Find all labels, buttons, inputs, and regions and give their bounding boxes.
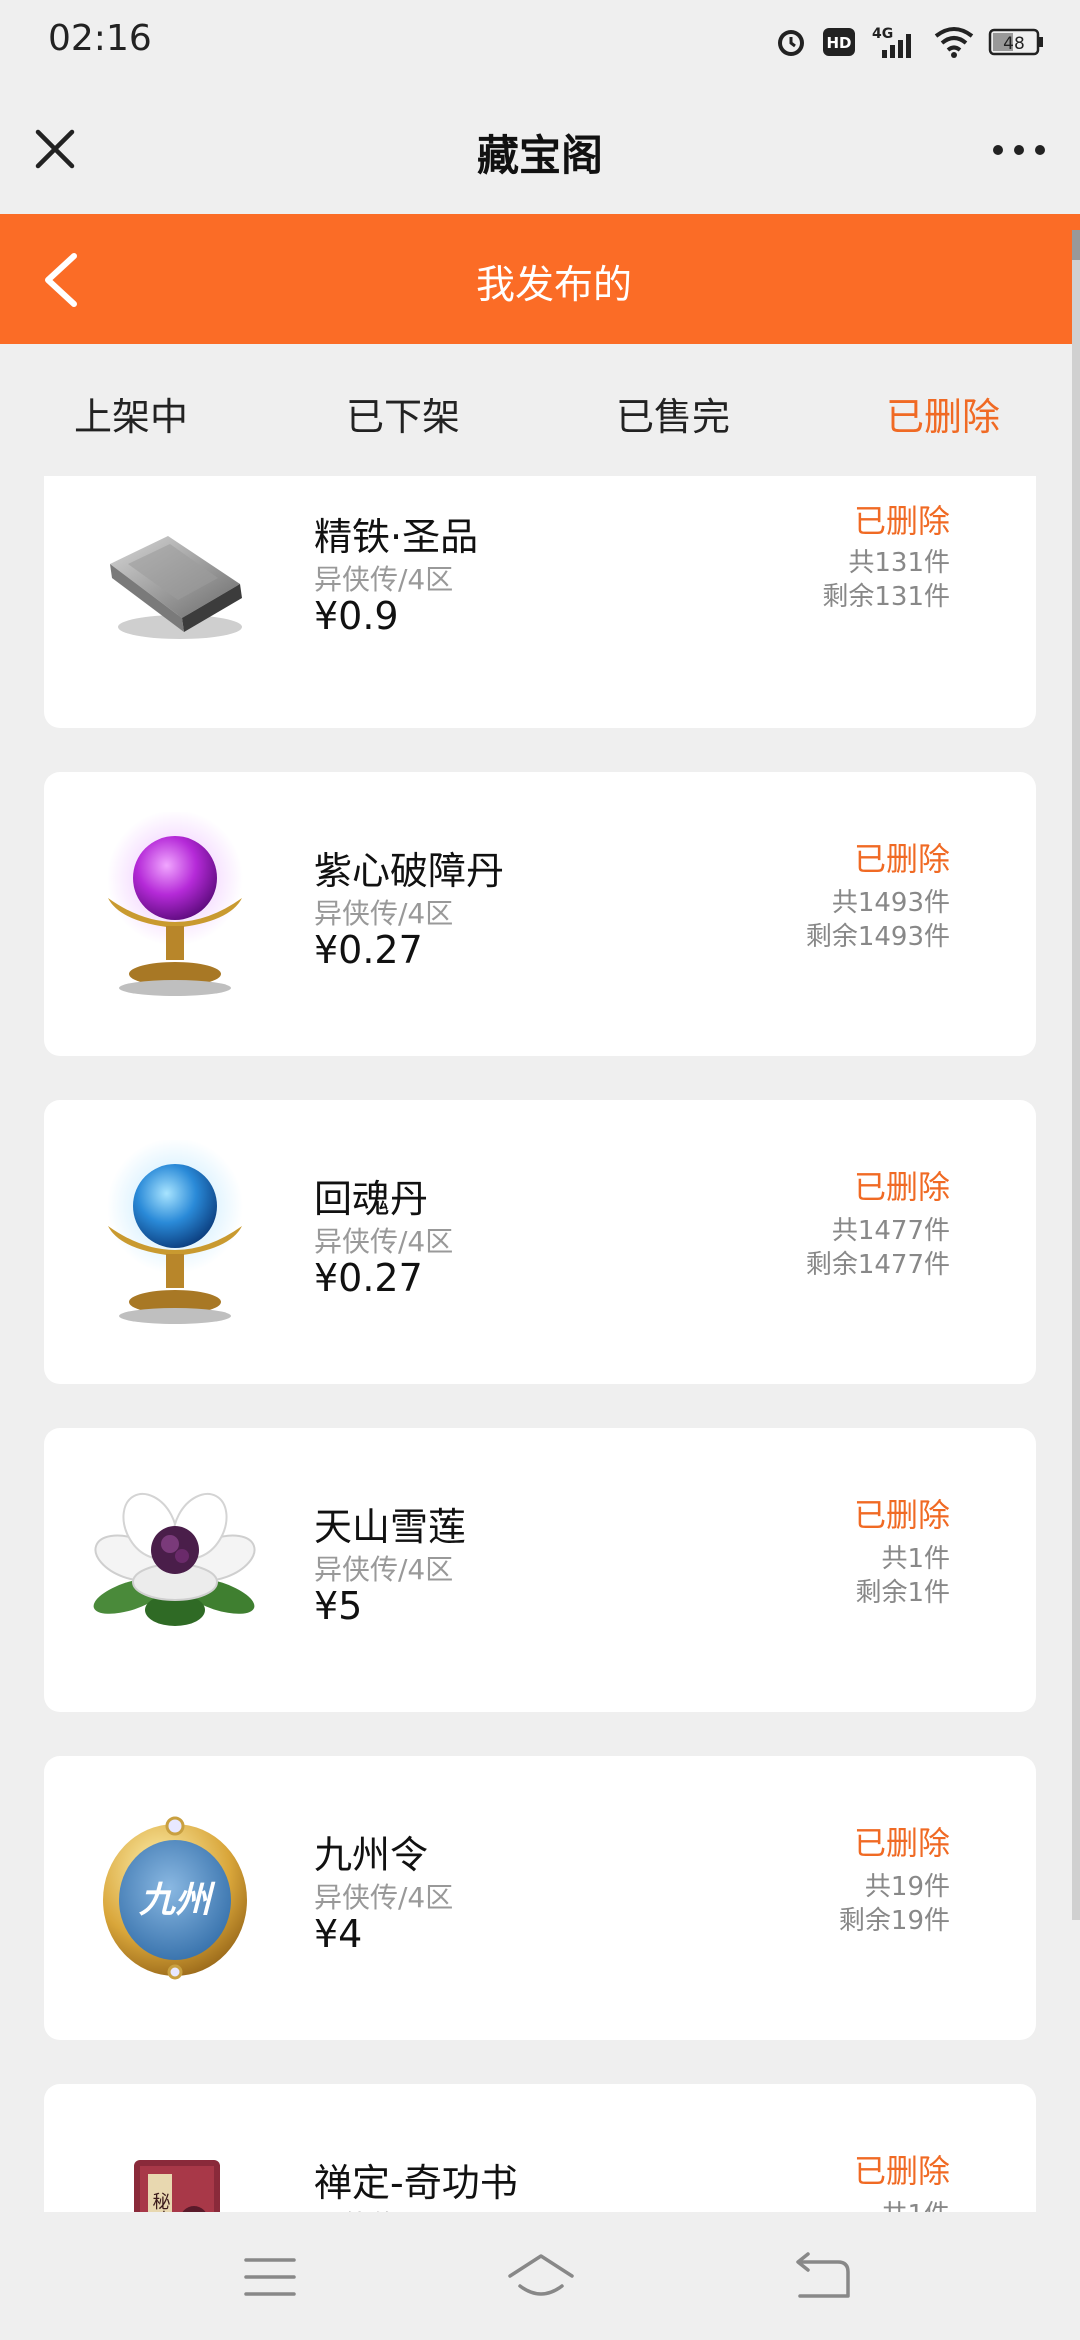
list-item[interactable]: 九州 九州令 异侠传/4区 ¥4 已删除 共19件 剩余19件 [44,1756,1036,2040]
item-status: 已删除 [853,1168,950,1206]
item-total: 共1493件 [831,888,950,918]
tab-deleted[interactable]: 已删除 [886,386,1000,441]
item-server: 异侠传/4区 [314,897,454,930]
status-time: 02:16 [48,18,152,59]
item-price: ¥5 [314,1584,363,1628]
app-titlebar: 藏宝阁 [0,82,1080,214]
scrollbar-thumb[interactable] [1072,230,1080,260]
item-total: 共1件 [881,2194,950,2212]
item-name: 天山雪莲 [314,1505,467,1549]
back-nav-icon[interactable] [786,2252,856,2302]
more-icon[interactable] [992,142,1046,158]
list-item[interactable]: 精铁·圣品 异侠传/4区 ¥0.9 已删除 共131件 剩余131件 [44,476,1036,728]
item-server: 异侠传/4区 [314,2204,453,2212]
item-remaining: 剩余19件 [838,1906,950,1936]
item-total: 共131件 [848,548,950,578]
wifi-icon [934,26,974,58]
purple-orb-icon [90,810,260,996]
iron-ingot-icon [90,492,260,662]
list-item[interactable]: 天山雪莲 异侠传/4区 ¥5 已删除 共1件 剩余1件 [44,1428,1036,1712]
status-bar: 02:16 HD 4G 48 [0,0,1080,82]
item-status: 已删除 [853,1496,950,1534]
alarm-icon [774,25,808,59]
list-item[interactable]: 回魂丹 异侠传/4区 ¥0.27 已删除 共1477件 剩余1477件 [44,1100,1036,1384]
item-status: 已删除 [853,502,950,540]
app-title: 藏宝阁 [476,131,603,180]
tab-listed[interactable]: 上架中 [74,386,188,441]
tab-bar: 上架中 已下架 已售完 已删除 [0,344,1080,474]
scrollbar[interactable] [1072,230,1080,1920]
list-item[interactable]: 紫心破障丹 异侠传/4区 ¥0.27 已删除 共1493件 剩余1493件 [44,772,1036,1056]
item-total: 共1件 [881,1544,950,1574]
snow-lotus-icon [90,1478,260,1648]
skill-book-icon: 秘功 [90,2150,260,2212]
item-total: 共19件 [864,1872,950,1902]
item-status: 已删除 [853,1824,950,1862]
item-status: 已删除 [853,840,950,878]
page-title: 我发布的 [475,263,632,308]
item-total: 共1477件 [831,1216,950,1246]
blue-orb-icon [90,1138,260,1324]
item-status: 已删除 [853,2152,950,2190]
page-header: 我发布的 [0,214,1080,344]
item-name: 禅定-奇功书 [314,2161,518,2205]
item-remaining: 剩余131件 [822,582,950,612]
item-name: 回魂丹 [314,1177,429,1221]
item-name: 紫心破障丹 [314,849,505,893]
item-name: 九州令 [314,1833,429,1877]
hd-label: HD [826,34,851,52]
item-price: ¥0.27 [314,928,423,972]
item-price: ¥0.9 [314,594,399,638]
item-price: ¥4 [314,1912,363,1956]
jiuzhou-token-icon: 九州 [90,1812,260,1982]
home-icon[interactable] [506,2252,576,2302]
item-list[interactable]: 精铁·圣品 异侠传/4区 ¥0.9 已删除 共131件 剩余131件 紫心破障丹… [0,476,1080,2212]
network-label: 4G [872,26,893,42]
tab-sold-out[interactable]: 已售完 [616,386,730,441]
menu-icon[interactable] [236,2252,306,2302]
battery-icon: 48 [988,27,1044,57]
item-name: 精铁·圣品 [314,515,479,559]
item-server: 异侠传/4区 [314,1881,454,1914]
item-remaining: 剩余1493件 [805,922,950,952]
hd-icon: HD [822,27,856,57]
item-server: 异侠传/4区 [314,1553,454,1586]
signal-4g-icon: 4G [870,24,920,60]
item-remaining: 剩余1件 [855,1578,950,1608]
item-price: ¥0.27 [314,1256,423,1300]
item-server: 异侠传/4区 [314,563,454,596]
item-server: 异侠传/4区 [314,1225,454,1258]
list-item[interactable]: 秘功 禅定-奇功书 异侠传/4区 已删除 共1件 [44,2084,1036,2212]
status-icons: HD 4G 48 [774,22,1044,62]
book-title-text: 秘功 [150,2192,171,2212]
tab-unlisted[interactable]: 已下架 [346,386,460,441]
system-navbar [0,2212,1080,2340]
battery-level: 48 [1003,34,1025,54]
item-remaining: 剩余1477件 [805,1250,950,1280]
token-text: 九州 [139,1879,216,1921]
